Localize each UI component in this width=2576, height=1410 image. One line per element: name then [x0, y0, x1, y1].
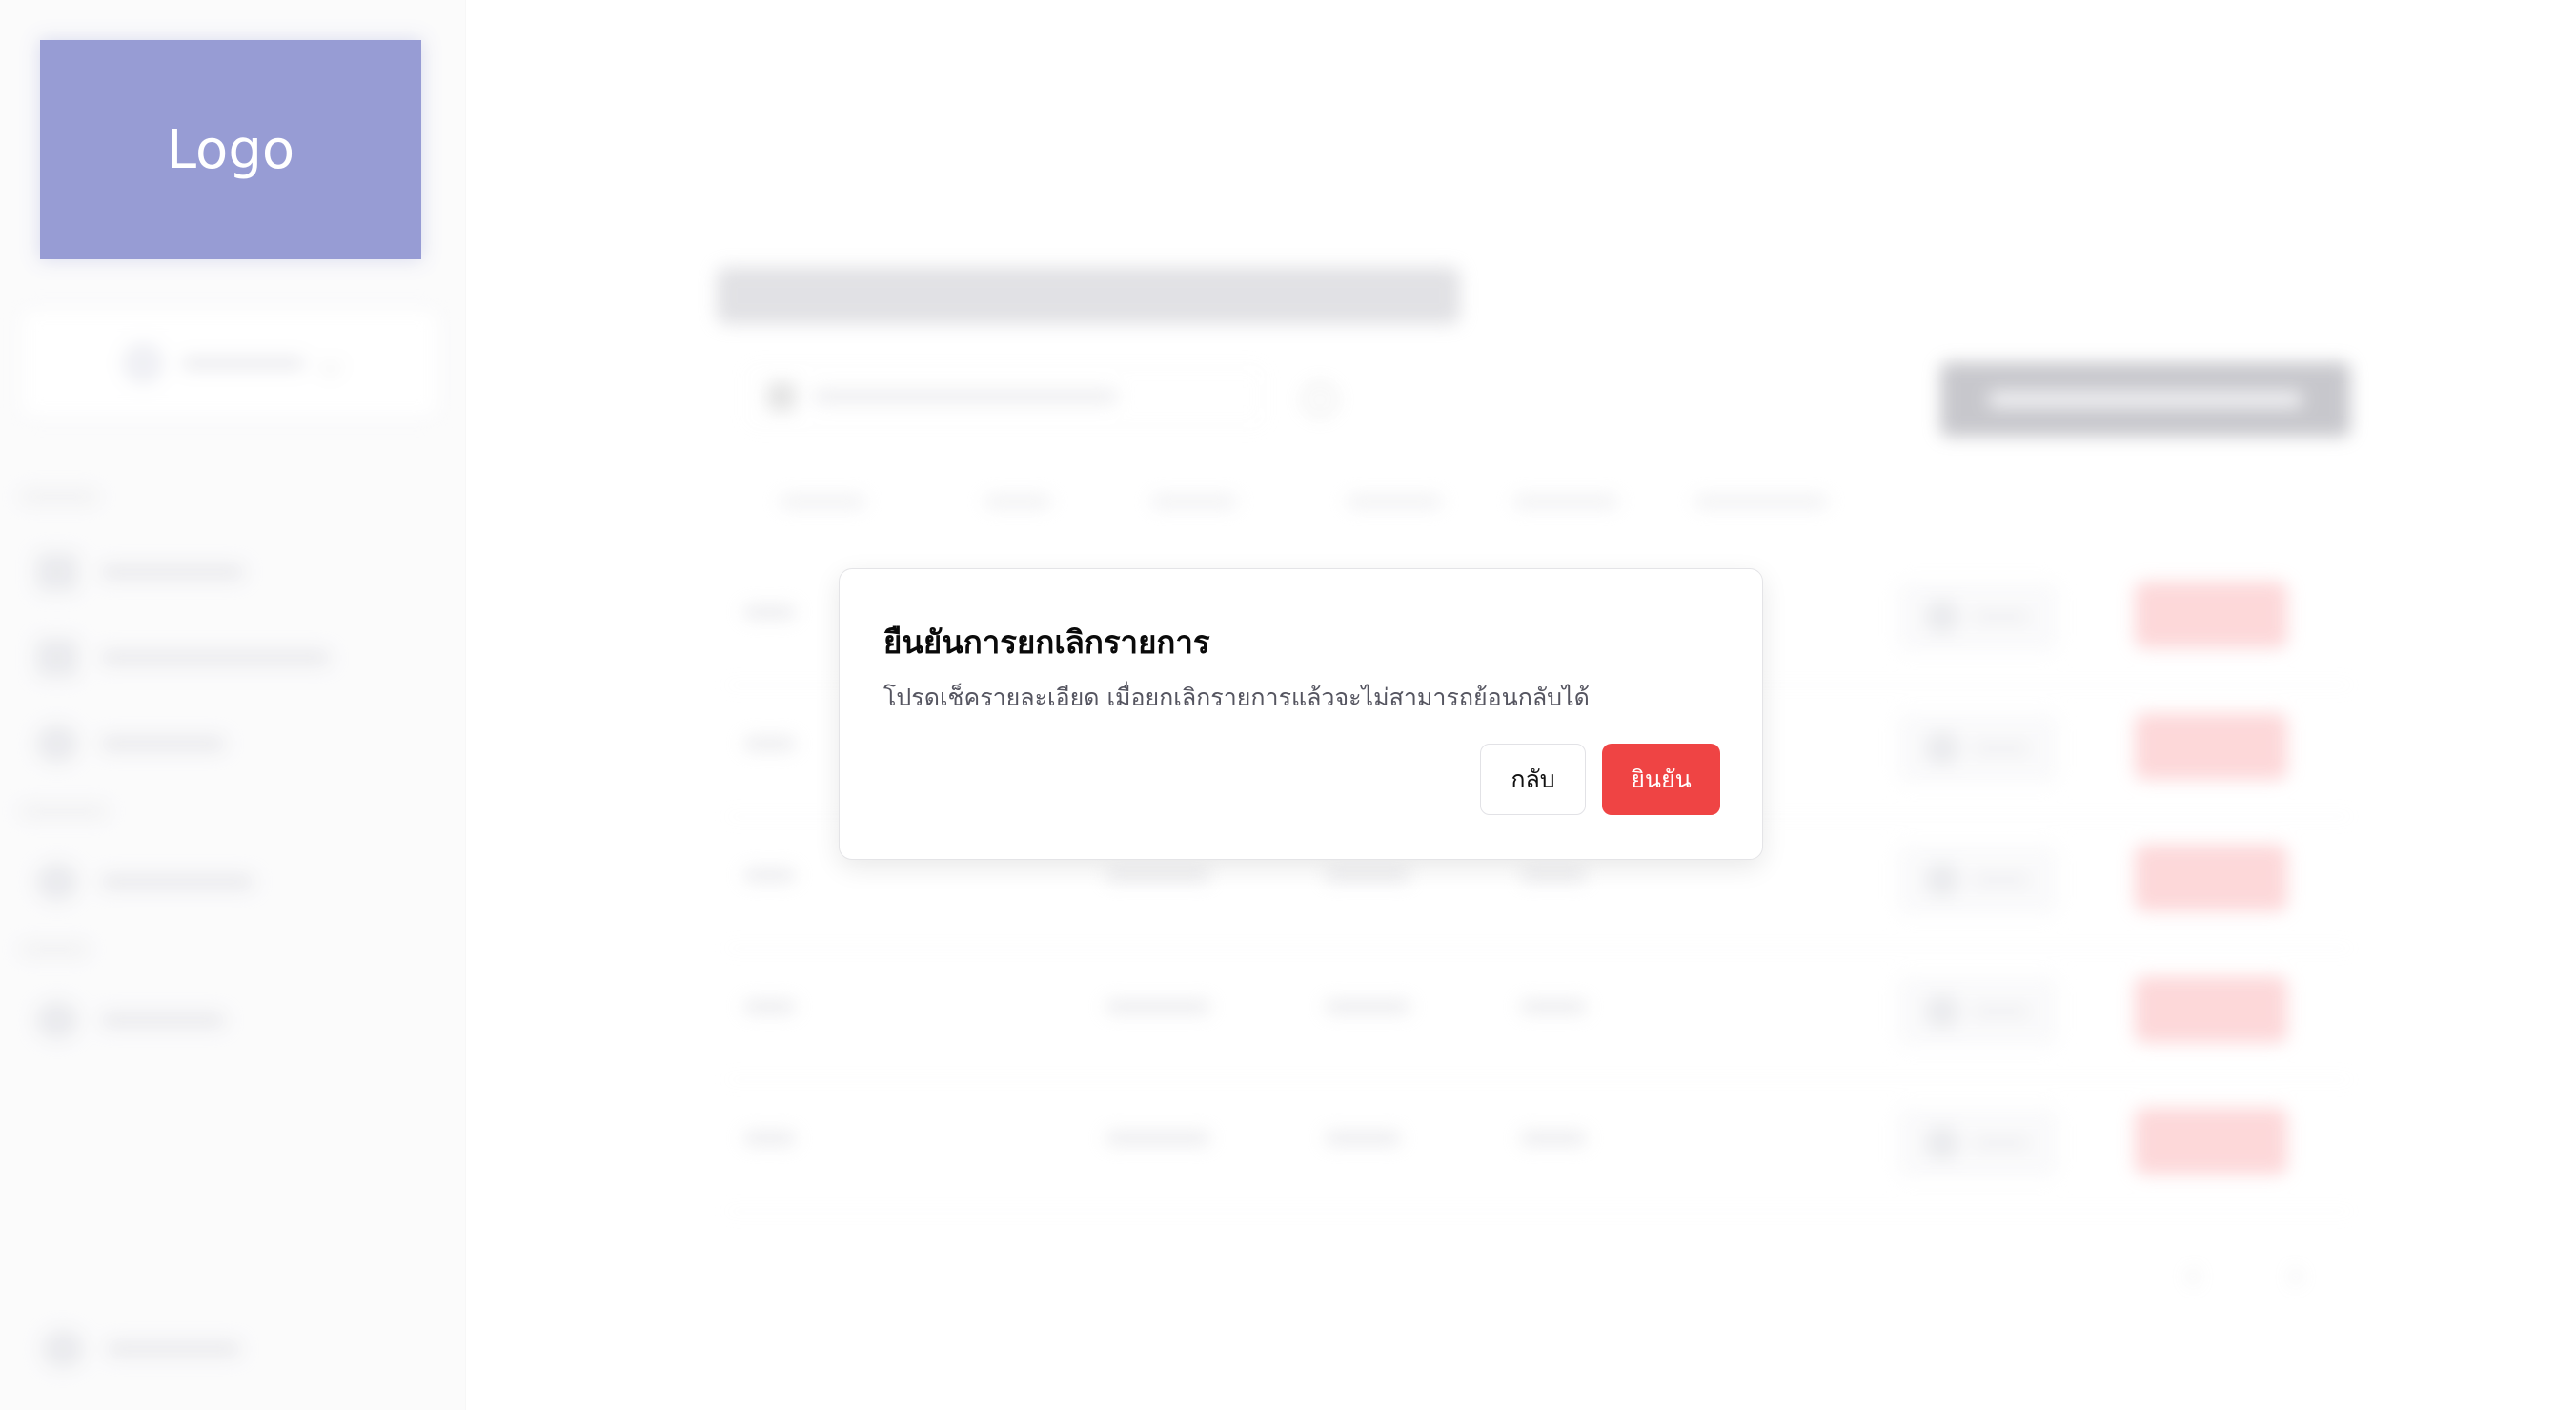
confirm-cancel-dialog: ยืนยันการยกเลิกรายการ โปรดเช็ครายละเอียด…: [839, 568, 1763, 860]
dialog-title: ยืนยันการยกเลิกรายการ: [883, 623, 1210, 661]
back-button[interactable]: กลับ: [1480, 744, 1586, 815]
dialog-description: โปรดเช็ครายละเอียด เมื่อยกเลิกรายการแล้ว…: [883, 684, 1590, 711]
confirm-button[interactable]: ยินยัน: [1602, 744, 1720, 815]
